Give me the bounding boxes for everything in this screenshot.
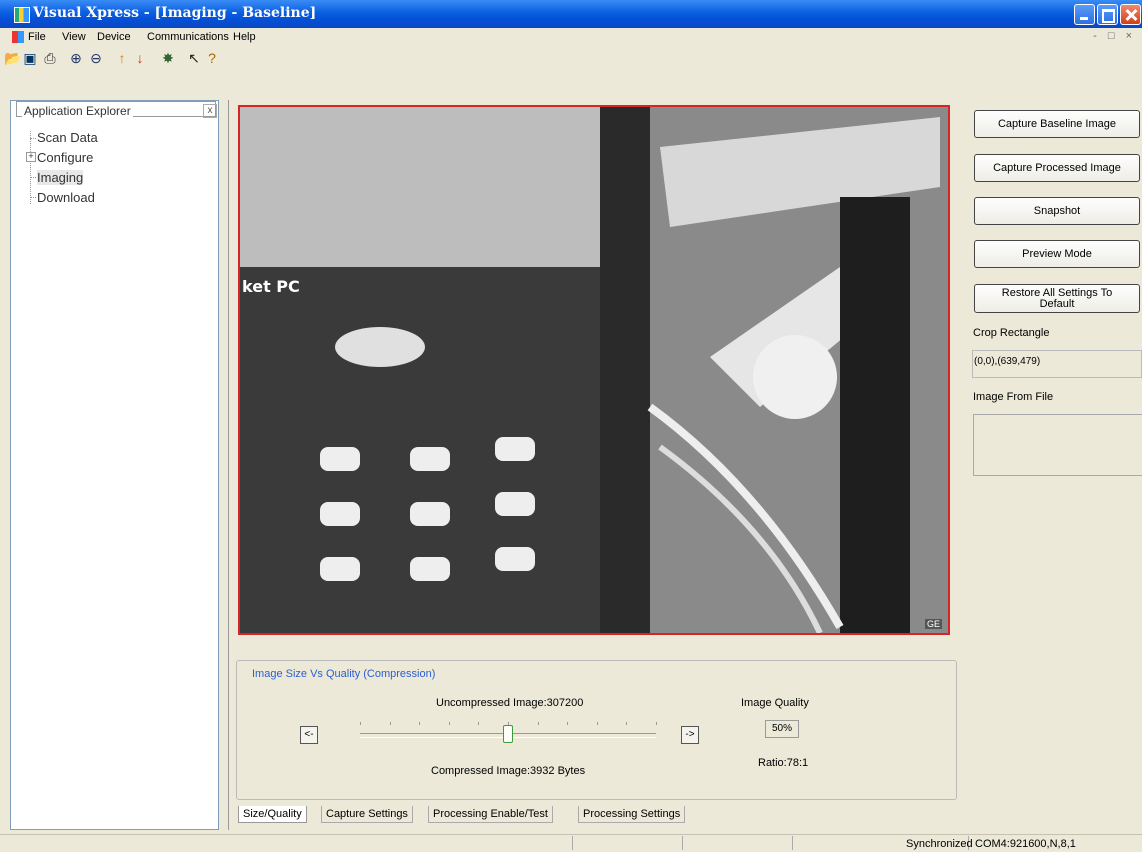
slider-tick xyxy=(537,722,539,725)
sync-status: Synchronized xyxy=(906,838,973,850)
menu-file[interactable]: File xyxy=(28,31,46,43)
menu-view[interactable]: View xyxy=(62,31,86,43)
minimize-button[interactable] xyxy=(1074,4,1095,25)
menu-help[interactable]: Help xyxy=(233,31,256,43)
tab-processing-settings[interactable]: Processing Settings xyxy=(578,806,686,823)
explorer-close-button[interactable]: x xyxy=(203,104,217,118)
zoom-out-icon[interactable]: ⊖ xyxy=(88,50,104,66)
compressed-size: Compressed Image:3932 Bytes xyxy=(431,765,586,777)
slider-tick xyxy=(626,722,628,725)
tree-connector xyxy=(30,131,31,204)
image-quality-label: Image Quality xyxy=(741,697,809,709)
app-icon xyxy=(14,7,30,23)
slider-tick xyxy=(419,722,421,725)
image-quality-value: 50% xyxy=(765,720,799,738)
port-status: COM4:921600,N,8,1 xyxy=(975,838,1076,850)
tree-item-imaging[interactable]: Imaging xyxy=(37,170,84,185)
menu-communications[interactable]: Communications xyxy=(147,31,229,43)
save-icon[interactable]: ▣ xyxy=(22,50,38,66)
compression-ratio: Ratio:78:1 xyxy=(758,757,809,769)
tab-capture-settings[interactable]: Capture Settings xyxy=(321,806,413,823)
close-button[interactable] xyxy=(1120,4,1141,25)
window-title: Visual Xpress - [Imaging - Baseline] xyxy=(33,5,317,21)
tree-connector xyxy=(30,177,36,178)
expand-icon[interactable]: + xyxy=(26,152,36,162)
upload-icon[interactable]: ↑ xyxy=(114,50,130,66)
status-divider xyxy=(572,836,573,850)
compression-panel xyxy=(236,660,957,800)
quality-slider-thumb[interactable] xyxy=(503,725,513,743)
compression-title: Image Size Vs Quality (Compression) xyxy=(252,668,436,680)
mdi-controls-icon[interactable]: - □ × xyxy=(1093,30,1136,42)
tree-item-scan-data[interactable]: Scan Data xyxy=(37,130,98,145)
slider-tick xyxy=(596,722,598,725)
tab-processing-enable-test[interactable]: Processing Enable/Test xyxy=(428,806,553,823)
context-help-icon[interactable]: ↖ xyxy=(186,50,202,66)
captured-image: ket PC GE xyxy=(238,105,950,635)
document-icon xyxy=(12,31,24,43)
uncompressed-size: Uncompressed Image:307200 xyxy=(436,697,584,709)
wizard-icon[interactable]: ✸ xyxy=(160,50,176,66)
print-icon[interactable]: ⎙ xyxy=(42,50,58,66)
status-divider xyxy=(792,836,793,850)
slider-tick xyxy=(567,722,569,725)
menu-device[interactable]: Device xyxy=(97,31,131,43)
capture-baseline-button[interactable]: Capture Baseline Image xyxy=(974,110,1140,138)
camera-photo: ket PC xyxy=(240,107,948,633)
decrease-quality-button[interactable]: <- xyxy=(300,726,318,744)
maximize-button[interactable] xyxy=(1097,4,1118,25)
slider-tick xyxy=(478,722,480,725)
image-badge: GE xyxy=(924,619,942,629)
status-divider xyxy=(682,836,683,850)
restore-defaults-button[interactable]: Restore All Settings To Default xyxy=(974,284,1140,313)
tree-item-configure[interactable]: Configure xyxy=(37,150,93,165)
open-icon[interactable]: 📂 xyxy=(4,50,21,66)
slider-tick xyxy=(448,722,450,725)
explorer-title: Application Explorer xyxy=(22,104,133,118)
preview-mode-button[interactable]: Preview Mode xyxy=(974,240,1140,268)
slider-tick xyxy=(389,722,391,725)
tab-size-quality[interactable]: Size/Quality xyxy=(238,806,307,823)
slider-tick xyxy=(656,722,657,725)
tree-connector xyxy=(30,197,36,198)
tree-connector xyxy=(30,138,36,139)
application-explorer xyxy=(10,100,219,830)
image-from-file-label: Image From File xyxy=(973,391,1054,403)
download-icon[interactable]: ↓ xyxy=(132,50,148,66)
capture-processed-button[interactable]: Capture Processed Image xyxy=(974,154,1140,182)
snapshot-button[interactable]: Snapshot xyxy=(974,197,1140,225)
tree-item-download[interactable]: Download xyxy=(37,190,95,205)
increase-quality-button[interactable]: -> xyxy=(681,726,699,744)
slider-tick xyxy=(360,722,361,725)
svg-text:ket PC: ket PC xyxy=(242,277,300,296)
image-from-file-field[interactable] xyxy=(973,414,1142,476)
help-icon[interactable]: ? xyxy=(204,50,220,66)
crop-rectangle-label: Crop Rectangle xyxy=(973,327,1050,339)
zoom-in-icon[interactable]: ⊕ xyxy=(68,50,84,66)
crop-rectangle-value: (0,0),(639,479) xyxy=(974,356,1041,367)
